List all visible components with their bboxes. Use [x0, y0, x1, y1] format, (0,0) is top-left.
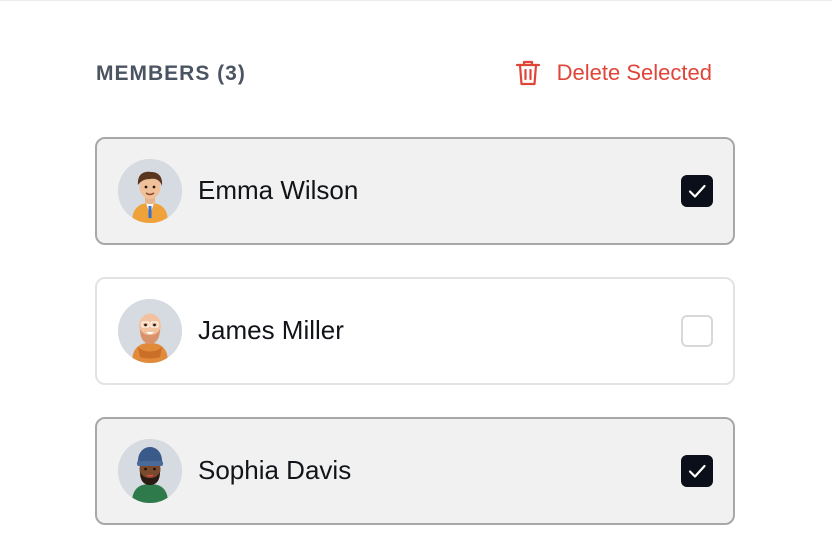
avatar-bald-man-beard-icon — [118, 299, 182, 363]
member-name: James Miller — [198, 315, 344, 345]
trash-icon — [515, 60, 540, 86]
avatar-man-brown-hair-icon — [118, 159, 182, 223]
member-checkbox[interactable] — [681, 175, 713, 207]
member-row-emma-wilson[interactable]: Emma Wilson — [95, 137, 735, 245]
avatar — [118, 299, 182, 363]
member-list: Emma Wilson James Miller Sophia Davis — [95, 137, 735, 557]
member-checkbox[interactable] — [681, 315, 713, 347]
member-name: Sophia Davis — [198, 455, 352, 485]
member-checkbox[interactable] — [681, 455, 713, 487]
top-divider — [0, 0, 832, 1]
delete-selected-label: Delete Selected — [556, 60, 712, 85]
members-header: MEMBERS (3) Delete Selected — [96, 56, 736, 90]
members-title: MEMBERS (3) — [96, 62, 246, 85]
avatar-man-beanie-icon — [118, 439, 182, 503]
checkmark-icon — [688, 184, 706, 198]
delete-selected-button[interactable]: Delete Selected — [515, 58, 712, 88]
checkmark-icon — [688, 464, 706, 478]
member-row-sophia-davis[interactable]: Sophia Davis — [95, 417, 735, 525]
avatar — [118, 159, 182, 223]
avatar — [118, 439, 182, 503]
member-row-james-miller[interactable]: James Miller — [95, 277, 735, 385]
member-name: Emma Wilson — [198, 175, 359, 205]
